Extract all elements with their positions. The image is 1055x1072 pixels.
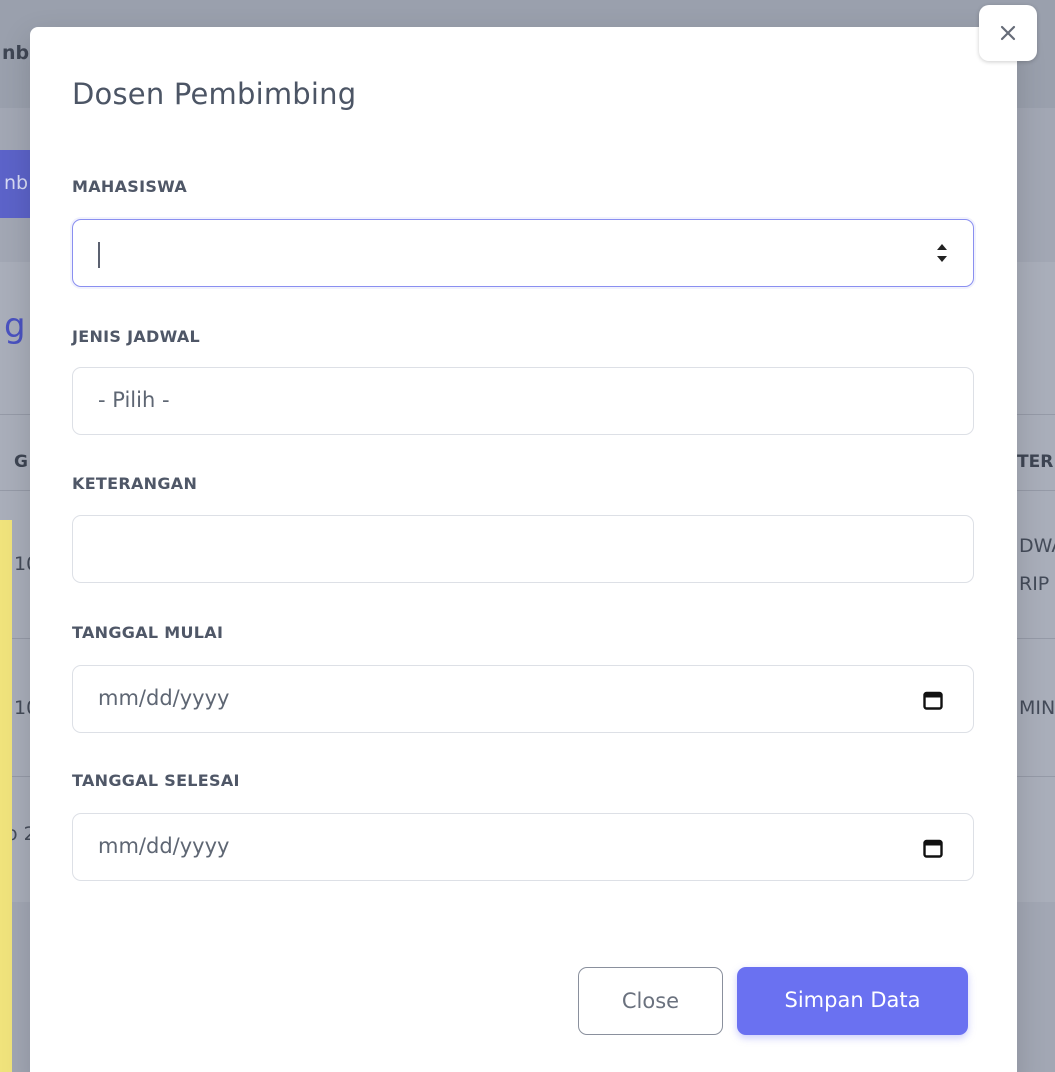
spinner-arrows-icon[interactable] bbox=[935, 236, 949, 270]
tanggal-selesai-placeholder: mm/dd/yyyy bbox=[98, 834, 230, 858]
keterangan-input[interactable] bbox=[72, 515, 974, 583]
tanggal-mulai-placeholder: mm/dd/yyyy bbox=[98, 686, 230, 710]
modal-title: Dosen Pembimbing bbox=[72, 77, 357, 111]
calendar-icon[interactable] bbox=[923, 838, 943, 858]
background-breadcrumb: nb bbox=[2, 42, 30, 64]
mahasiswa-label: MAHASISWA bbox=[72, 177, 188, 196]
close-icon bbox=[1000, 25, 1016, 41]
save-button[interactable]: Simpan Data bbox=[737, 967, 968, 1035]
tanggal-mulai-label: TANGGAL MULAI bbox=[72, 623, 224, 642]
background-highlight bbox=[0, 520, 12, 1072]
background-cell: RIP bbox=[1019, 573, 1050, 595]
background-table-header-left: G bbox=[14, 452, 28, 472]
close-button[interactable]: Close bbox=[578, 967, 723, 1035]
tanggal-selesai-label: TANGGAL SELESAI bbox=[72, 771, 240, 790]
background-cell: DWA bbox=[1019, 535, 1055, 557]
modal-dialog: Dosen Pembimbing MAHASISWA JENIS JADWAL … bbox=[30, 27, 1017, 1072]
jenis-jadwal-select[interactable]: - Pilih - bbox=[72, 367, 974, 435]
keterangan-label: KETERANGAN bbox=[72, 474, 198, 493]
background-button-label: nb bbox=[4, 172, 29, 194]
jenis-jadwal-selected: - Pilih - bbox=[98, 388, 170, 412]
mahasiswa-select[interactable] bbox=[72, 219, 974, 287]
modal-close-button[interactable] bbox=[979, 5, 1037, 61]
calendar-icon[interactable] bbox=[923, 690, 943, 710]
jenis-jadwal-label: JENIS JADWAL bbox=[72, 327, 201, 346]
text-cursor bbox=[98, 242, 100, 268]
tanggal-mulai-input[interactable]: mm/dd/yyyy bbox=[72, 665, 974, 733]
tanggal-selesai-input[interactable]: mm/dd/yyyy bbox=[72, 813, 974, 881]
background-table-header-right: TER bbox=[1017, 452, 1054, 472]
background-cell: MIN bbox=[1019, 697, 1055, 719]
background-heading: g bbox=[4, 306, 26, 346]
